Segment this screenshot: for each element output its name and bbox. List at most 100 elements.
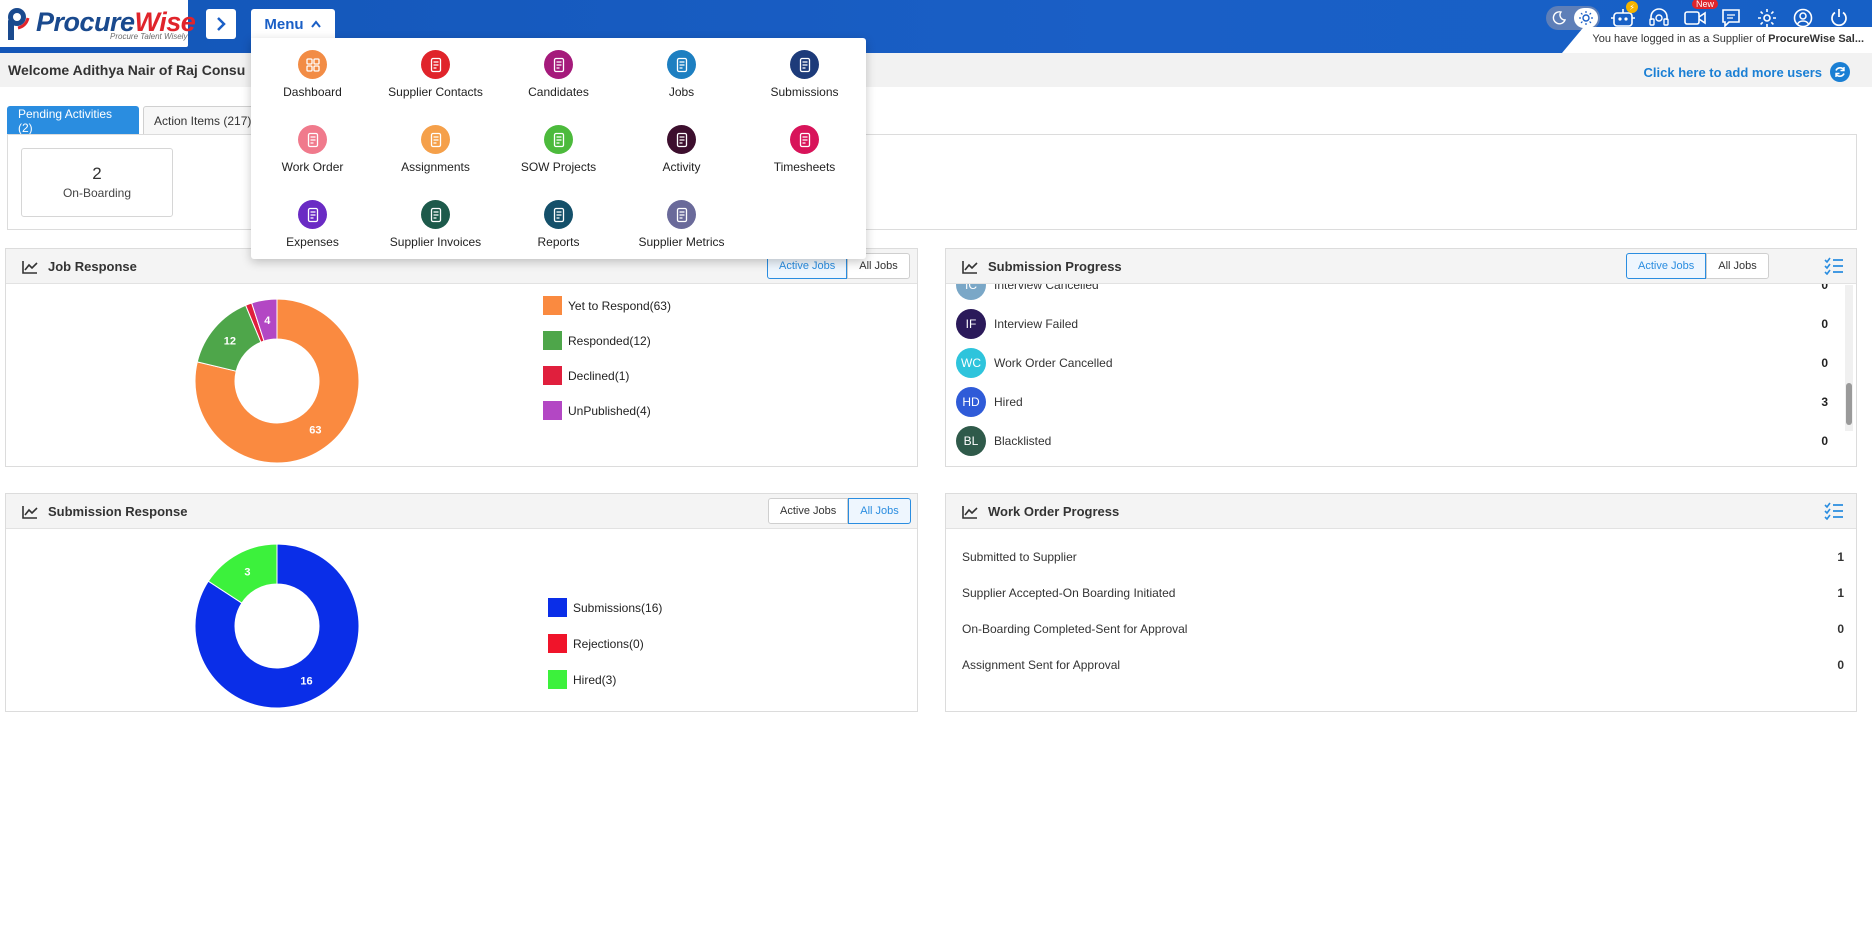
submission-response-title: Submission Response — [48, 504, 188, 519]
menu-item-sow-projects[interactable]: SOW Projects — [497, 125, 620, 174]
work-order-status-count: 1 — [1837, 586, 1844, 600]
submission-response-all-jobs-button[interactable]: All Jobs — [848, 498, 911, 524]
menu-item-supplier-contacts[interactable]: Supplier Contacts — [374, 50, 497, 99]
menu-item-expenses[interactable]: Expenses — [251, 200, 374, 249]
list-item[interactable]: IF Interview Failed 0 — [956, 308, 1828, 340]
legend-swatch — [543, 296, 562, 315]
gear-icon — [1758, 9, 1776, 27]
menu-button-label: Menu — [264, 15, 304, 33]
menu-item-reports[interactable]: Reports — [497, 200, 620, 249]
legend-item[interactable]: Rejections(0) — [548, 634, 662, 653]
legend-swatch — [543, 401, 562, 420]
trend-chart-icon — [22, 505, 38, 519]
work-order-progress-header: Work Order Progress — [946, 494, 1856, 529]
menu-item-supplier-metrics[interactable]: Supplier Metrics — [620, 200, 743, 249]
menu-item-label: Supplier Invoices — [389, 235, 482, 249]
sow-icon — [544, 125, 573, 154]
main-menu-dropdown: Dashboard Supplier Contacts Candidates Jobs… — [251, 38, 866, 259]
bolt-badge-icon: ⚡ — [1626, 1, 1638, 13]
checklist-icon[interactable] — [1824, 502, 1844, 520]
status-count: 0 — [1821, 317, 1828, 331]
menu-button[interactable]: Menu — [251, 9, 335, 39]
onboarding-card[interactable]: 2 On-Boarding — [21, 148, 173, 217]
legend-item[interactable]: UnPublished(4) — [543, 401, 671, 420]
legend-item[interactable]: Responded(12) — [543, 331, 671, 350]
legend-swatch — [548, 598, 567, 617]
onboarding-label: On-Boarding — [62, 186, 132, 200]
tab-pending-activities[interactable]: Pending Activities (2) — [7, 106, 139, 135]
menu-item-jobs[interactable]: Jobs — [620, 50, 743, 99]
menu-item-label: SOW Projects — [520, 160, 597, 174]
briefcase-icon — [667, 50, 696, 79]
job-response-panel: Job Response Active Jobs All Jobs 63 12 4 … — [5, 248, 918, 467]
menu-item-timesheets[interactable]: Timesheets — [743, 125, 866, 174]
list-item[interactable]: BL Blacklisted 0 — [956, 425, 1828, 457]
legend-label: Responded(12) — [568, 333, 651, 348]
menu-item-candidates[interactable]: Candidates — [497, 50, 620, 99]
menu-item-submissions[interactable]: Submissions — [743, 50, 866, 99]
submission-progress-active-jobs-button[interactable]: Active Jobs — [1626, 253, 1707, 279]
submission-response-active-jobs-button[interactable]: Active Jobs — [768, 498, 849, 524]
scrollbar-thumb[interactable] — [1846, 383, 1852, 425]
legend-item[interactable]: Declined(1) — [543, 366, 671, 385]
submissions-icon — [790, 50, 819, 79]
submission-progress-header: Submission Progress Active Jobs All Jobs — [946, 249, 1856, 284]
menu-item-assignments[interactable]: Assignments — [374, 125, 497, 174]
legend-swatch — [543, 366, 562, 385]
dashboard-icon — [298, 50, 327, 79]
list-item[interactable]: HD Hired 3 — [956, 386, 1828, 418]
new-badge: New — [1692, 0, 1719, 9]
legend-label: Submissions(16) — [573, 600, 663, 615]
trend-chart-icon — [22, 260, 38, 274]
status-avatar: IF — [956, 309, 986, 339]
menu-item-label: Supplier Metrics — [638, 235, 725, 249]
status-count: 0 — [1821, 356, 1828, 370]
list-item[interactable]: Supplier Accepted-On Boarding Initiated 1 — [962, 583, 1844, 603]
work-order-progress-panel: Work Order Progress Submitted to Supplie… — [945, 493, 1857, 712]
checklist-icon[interactable] — [1824, 257, 1844, 275]
submission-progress-toggle: Active Jobs All Jobs — [1626, 253, 1769, 279]
sidebar-expand-button[interactable] — [206, 9, 236, 39]
logo[interactable]: ProcureWise Procure Talent Wisely — [0, 0, 196, 47]
work-order-status-count: 1 — [1837, 550, 1844, 564]
submission-progress-all-jobs-button[interactable]: All Jobs — [1706, 253, 1769, 279]
menu-item-label: Supplier Contacts — [388, 85, 483, 99]
status-count: 3 — [1821, 395, 1828, 409]
assignments-icon — [421, 125, 450, 154]
job-response-legend: Yet to Respond(63) Responded(12) Declined(… — [543, 296, 671, 436]
metrics-icon — [667, 200, 696, 229]
list-item[interactable]: Submitted to Supplier 1 — [962, 547, 1844, 567]
menu-item-work-order[interactable]: Work Order — [251, 125, 374, 174]
brand-tagline: Procure Talent Wisely — [110, 32, 188, 41]
legend-label: UnPublished(4) — [568, 403, 651, 418]
power-icon — [1831, 9, 1847, 27]
status-avatar: BL — [956, 426, 986, 456]
menu-item-activity[interactable]: Activity — [620, 125, 743, 174]
headset-icon — [1649, 8, 1669, 26]
submission-progress-panel: IC Interview Cancelled 0 IF Interview Failed… — [945, 248, 1857, 467]
submission-response-header: Submission Response Active Jobs All Jobs — [6, 494, 917, 529]
welcome-title: Welcome Adithya Nair of Raj Consu — [8, 62, 246, 78]
work-order-progress-title: Work Order Progress — [988, 504, 1120, 519]
menu-item-dashboard[interactable]: Dashboard — [251, 50, 374, 99]
list-item[interactable]: On-Boarding Completed-Sent for Approval 0 — [962, 619, 1844, 639]
legend-item[interactable]: Submissions(16) — [548, 598, 662, 617]
work-order-icon — [298, 125, 327, 154]
menu-item-supplier-invoices[interactable]: Supplier Invoices — [374, 200, 497, 249]
work-order-status-label: Supplier Accepted-On Boarding Initiated — [962, 586, 1176, 600]
theme-toggle[interactable] — [1546, 6, 1600, 30]
legend-item[interactable]: Yet to Respond(63) — [543, 296, 671, 315]
status-label: Blacklisted — [994, 434, 1052, 448]
candidates-icon — [544, 50, 573, 79]
work-order-status-label: Submitted to Supplier — [962, 550, 1077, 564]
tab-action-items[interactable]: Action Items (217) — [143, 106, 263, 134]
list-item[interactable]: WC Work Order Cancelled 0 — [956, 347, 1828, 379]
trend-chart-icon — [962, 505, 978, 519]
submission-progress-scrollbar[interactable] — [1845, 285, 1853, 431]
add-users-link[interactable]: Click here to add more users — [1644, 62, 1850, 82]
legend-item[interactable]: Hired(3) — [548, 670, 662, 689]
list-item[interactable]: Assignment Sent for Approval 0 — [962, 655, 1844, 675]
status-avatar: WC — [956, 348, 986, 378]
onboarding-count: 2 — [92, 164, 102, 183]
video-icon — [1684, 11, 1706, 25]
